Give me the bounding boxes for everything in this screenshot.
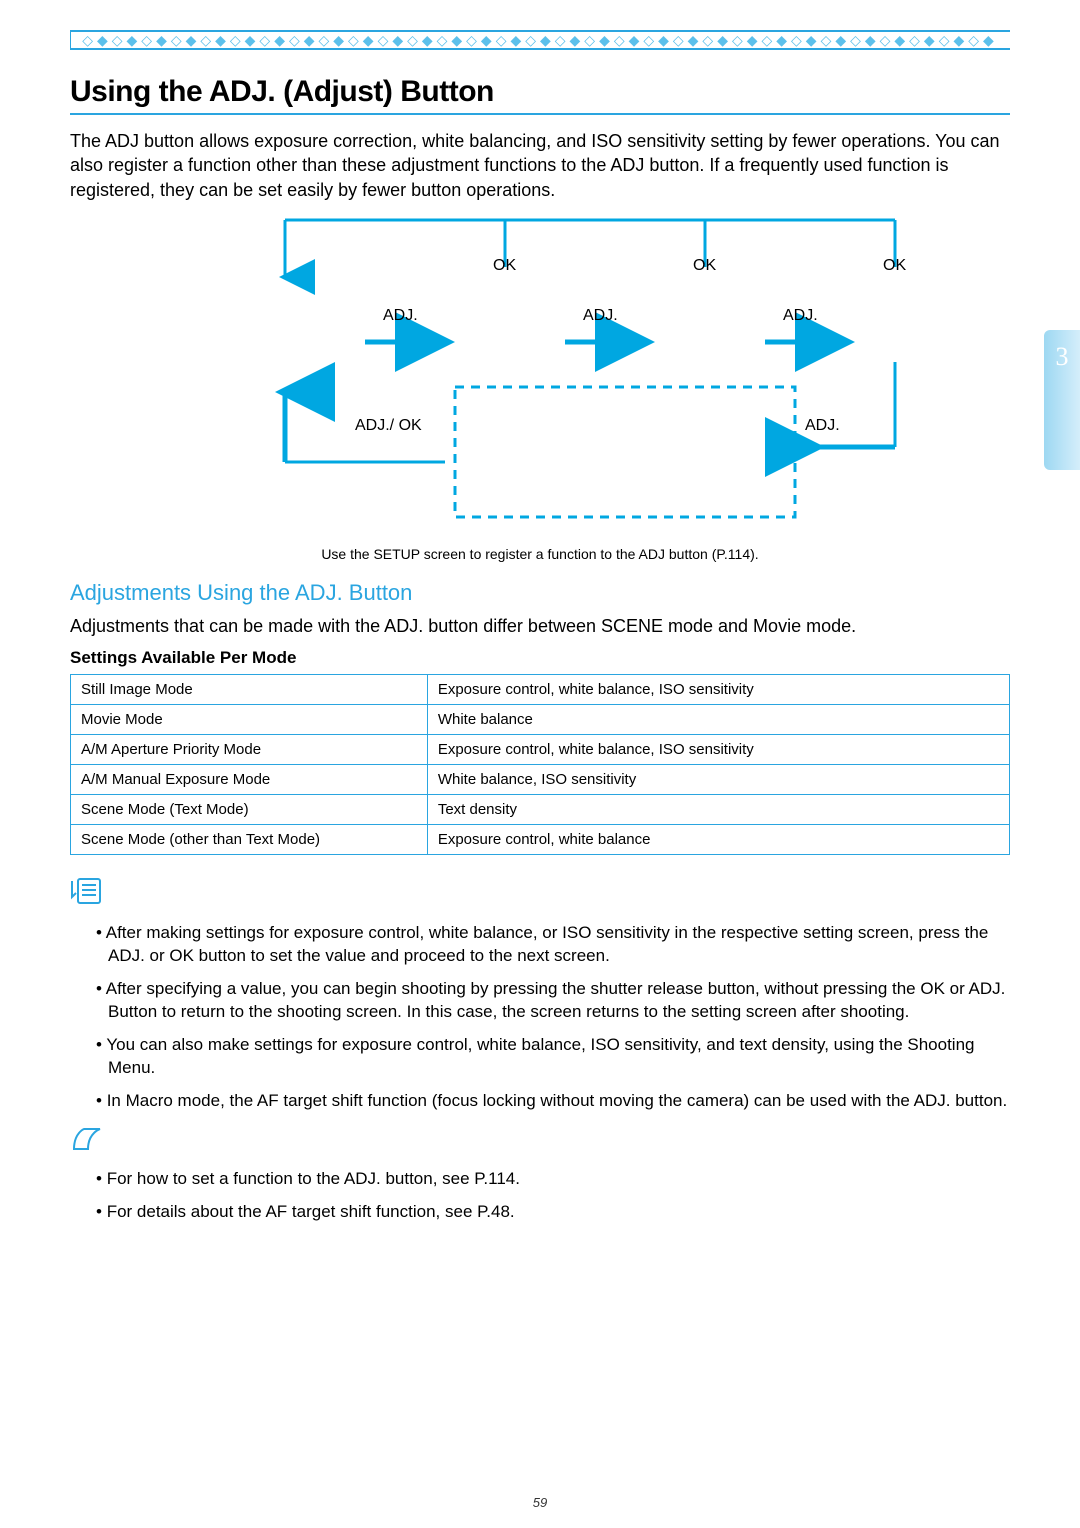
chapter-tab: 3	[1044, 330, 1080, 470]
mode-cell: Scene Mode (other than Text Mode)	[71, 825, 428, 855]
list-item: In Macro mode, the AF target shift funct…	[108, 1090, 1010, 1113]
diagram-ok-label-2: OK	[693, 257, 716, 275]
table-row: A/M Aperture Priority ModeExposure contr…	[71, 735, 1010, 765]
title-underline	[70, 113, 1010, 115]
note-icon	[70, 877, 1010, 912]
table-row: Movie ModeWhite balance	[71, 705, 1010, 735]
list-item: You can also make settings for exposure …	[108, 1034, 1010, 1080]
table-row: Scene Mode (Text Mode)Text density	[71, 795, 1010, 825]
diagram-adjok-label: ADJ./ OK	[355, 417, 422, 435]
settings-cell: Text density	[427, 795, 1009, 825]
settings-cell: White balance	[427, 705, 1009, 735]
table-row: Still Image ModeExposure control, white …	[71, 675, 1010, 705]
table-row: A/M Manual Exposure ModeWhite balance, I…	[71, 765, 1010, 795]
mode-cell: A/M Manual Exposure Mode	[71, 765, 428, 795]
reference-list: For how to set a function to the ADJ. bu…	[70, 1168, 1010, 1224]
settings-cell: Exposure control, white balance, ISO sen…	[427, 675, 1009, 705]
decorative-diamond-border: ◇◆◇◆◇◆◇◆◇◆◇◆◇◆◇◆◇◆◇◆◇◆◇◆◇◆◇◆◇◆◇◆◇◆◇◆◇◆◇◆…	[70, 30, 1010, 50]
settings-cell: Exposure control, white balance, ISO sen…	[427, 735, 1009, 765]
diagram-adj-label-2: ADJ.	[583, 307, 618, 325]
list-item: After specifying a value, you can begin …	[108, 978, 1010, 1024]
adj-flow-diagram: OK OK OK ADJ. ADJ. ADJ. ADJ./ OK ADJ.	[165, 212, 915, 542]
mode-cell: A/M Aperture Priority Mode	[71, 735, 428, 765]
diagram-adj-label-4: ADJ.	[805, 417, 840, 435]
reference-icon	[70, 1123, 1010, 1158]
table-caption: Settings Available Per Mode	[70, 648, 1010, 668]
settings-cell: Exposure control, white balance	[427, 825, 1009, 855]
list-item: After making settings for exposure contr…	[108, 922, 1010, 968]
settings-table: Still Image ModeExposure control, white …	[70, 674, 1010, 855]
intro-paragraph: The ADJ button allows exposure correctio…	[70, 129, 1010, 202]
settings-cell: White balance, ISO sensitivity	[427, 765, 1009, 795]
setup-note: Use the SETUP screen to register a funct…	[70, 546, 1010, 562]
mode-cell: Movie Mode	[71, 705, 428, 735]
page-title: Using the ADJ. (Adjust) Button	[70, 75, 1010, 109]
note-list: After making settings for exposure contr…	[70, 922, 1010, 1113]
table-row: Scene Mode (other than Text Mode)Exposur…	[71, 825, 1010, 855]
subintro-paragraph: Adjustments that can be made with the AD…	[70, 614, 1010, 638]
diagram-svg	[165, 212, 915, 542]
page-number: 59	[0, 1495, 1080, 1510]
subheading: Adjustments Using the ADJ. Button	[70, 580, 1010, 606]
list-item: For details about the AF target shift fu…	[108, 1201, 1010, 1224]
diagram-ok-label-1: OK	[493, 257, 516, 275]
mode-cell: Still Image Mode	[71, 675, 428, 705]
list-item: For how to set a function to the ADJ. bu…	[108, 1168, 1010, 1191]
diagram-ok-label-3: OK	[883, 257, 906, 275]
diagram-adj-label-1: ADJ.	[383, 307, 418, 325]
diagram-adj-label-3: ADJ.	[783, 307, 818, 325]
mode-cell: Scene Mode (Text Mode)	[71, 795, 428, 825]
